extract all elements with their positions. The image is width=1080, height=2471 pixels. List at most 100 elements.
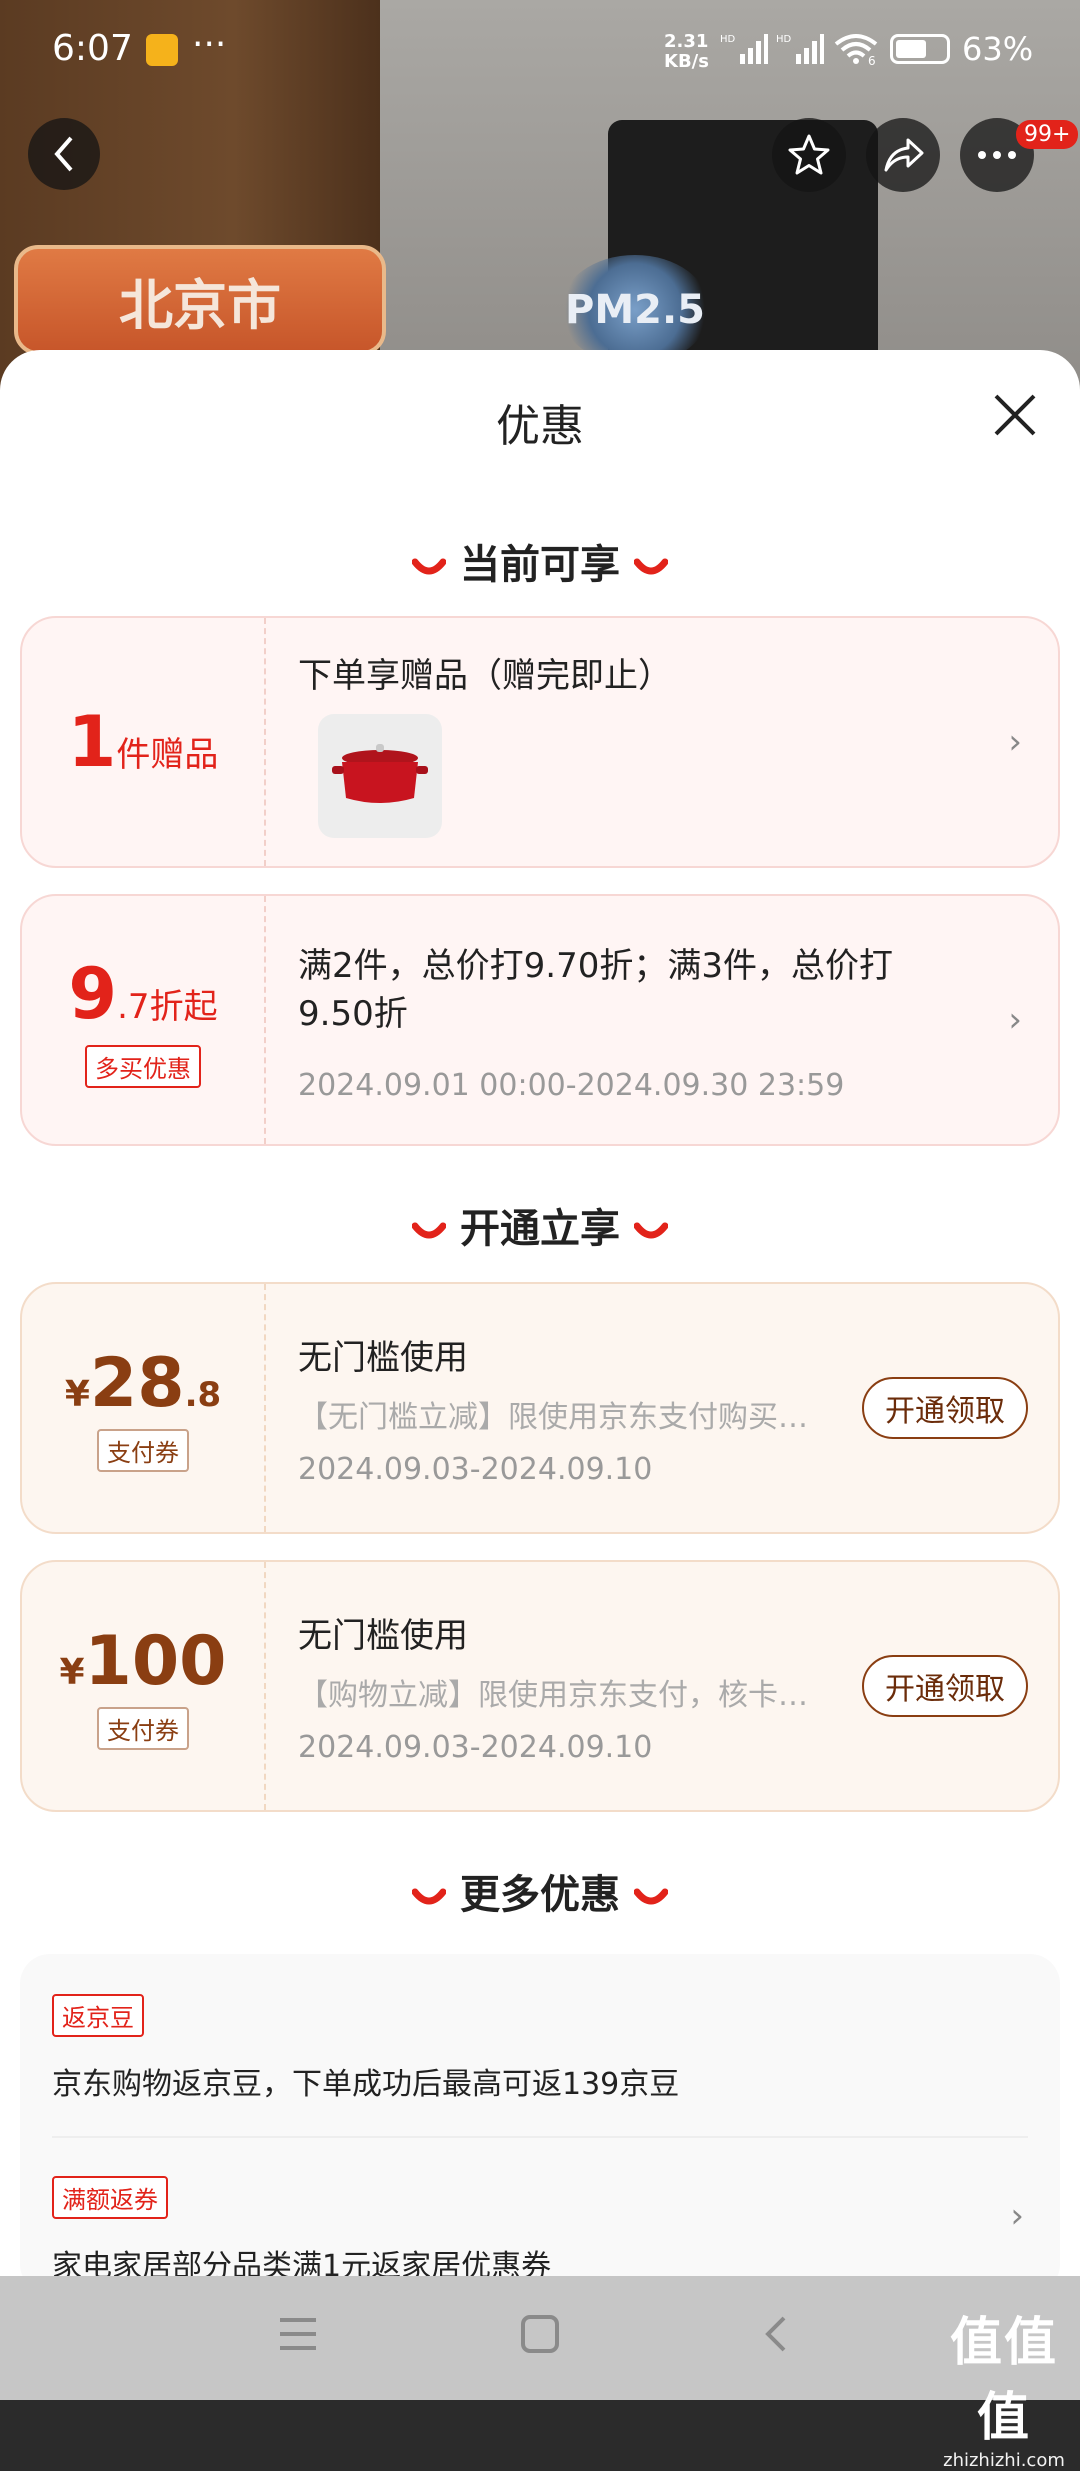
coupon-tag-wrap: 支付券 [97, 1707, 189, 1750]
coupon-description: 【购物立减】限使用京东支付，核卡… [298, 1678, 808, 1713]
discount-description: 满2件，总价打9.70折；满3件，总价打9.50折 [298, 946, 893, 1034]
gift-title: 下单享赠品（赠完即止） [298, 656, 672, 696]
back-nav-button[interactable] [760, 2314, 790, 2358]
more-notifications-icon: ··· [192, 24, 227, 65]
signal-icon: HD [720, 32, 768, 73]
wifi-icon: 6 [832, 32, 880, 73]
favorite-button[interactable] [772, 118, 846, 192]
pm25-badge: PM2.5 [560, 255, 710, 365]
home-square-icon [521, 2315, 559, 2353]
coupon-tag-wrap: 支付券 [97, 1429, 189, 1472]
gift-count-number: 1 [67, 701, 117, 783]
activate-claim-button[interactable]: 开通领取 [862, 1655, 1028, 1717]
status-time: 6:07 [52, 28, 133, 69]
menu-icon [280, 2318, 316, 2350]
close-button[interactable] [990, 390, 1040, 440]
network-speed: 2.31 KB/s [664, 32, 709, 72]
chevron-right-icon: › [1008, 1000, 1022, 1040]
sheet-title: 优惠 [496, 401, 584, 452]
section-open-label: 开通立享 [460, 1206, 620, 1252]
discount-card[interactable]: 9.7折起 多买优惠 满2件，总价打9.70折；满3件，总价打9.50折 202… [20, 894, 1060, 1146]
payment-coupon-tag: 支付券 [97, 1429, 189, 1472]
watermark-logo-text: 值值值 [949, 2313, 1058, 2448]
back-button[interactable] [28, 118, 100, 190]
discount-rate-suffix: .7折起 [117, 986, 218, 1027]
coupon-return-text: 家电家居部分品类满1元返家居优惠券 [52, 2249, 552, 2280]
discount-rate: 9.7折起 [68, 953, 217, 1035]
divider [52, 2136, 1028, 2138]
multi-buy-tag: 多买优惠 [85, 1044, 201, 1088]
home-button[interactable] [520, 2314, 560, 2358]
city-label: 北京市 [14, 245, 386, 355]
discount-summary: 9.7折起 多买优惠 [22, 896, 266, 1144]
chevron-right-icon: › [1010, 2196, 1024, 2236]
coupon-amount-area: ¥100 支付券 [22, 1562, 266, 1810]
coupon-card[interactable]: ¥28.8 支付券 无门槛使用 【无门槛立减】限使用京东支付购买… 2024.0… [20, 1282, 1060, 1534]
battery-icon [890, 34, 950, 64]
section-more-title: 更多优惠 [0, 1862, 1080, 1920]
coupon-amount-area: ¥28.8 支付券 [22, 1284, 266, 1532]
watermark: 值值值 zhizhizhi.com [928, 2300, 1080, 2471]
system-navigation-bar [0, 2276, 1080, 2400]
currency-symbol: ¥ [64, 1374, 90, 1415]
share-icon [884, 138, 924, 172]
section-current-title: 当前可享 [0, 532, 1080, 590]
payment-coupon-tag: 支付券 [97, 1707, 189, 1750]
star-icon [788, 134, 830, 175]
smile-icon [633, 1877, 669, 1917]
coupon-period: 2024.09.03-2024.09.10 [298, 1452, 653, 1487]
watermark-url: zhizhizhi.com [943, 2450, 1065, 2471]
coupon-details: 无门槛使用 【购物立减】限使用京东支付，核卡… 2024.09.03-2024.… [298, 1562, 838, 1810]
promotions-sheet: 优惠 当前可享 1件赠品 下单享赠品（赠完即止） › 9.7折起 多买优惠 满2… [0, 350, 1080, 2280]
more-promotions-list: 返京豆 京东购物返京豆，下单成功后最高可返139京豆 满额返券 家电家居部分品类… [20, 1954, 1060, 2280]
coupon-details: 无门槛使用 【无门槛立减】限使用京东支付购买… 2024.09.03-2024.… [298, 1284, 838, 1532]
status-bar: 6:07 ··· 2.31 KB/s HD HD 6 63% [0, 0, 1080, 100]
discount-period: 2024.09.01 00:00-2024.09.30 23:59 [298, 1068, 845, 1103]
svg-text:6: 6 [868, 54, 876, 66]
section-open-title: 开通立享 [0, 1196, 1080, 1254]
list-item[interactable]: 满额返券 家电家居部分品类满1元返家居优惠券 › [52, 2176, 1060, 2280]
smile-icon [633, 1211, 669, 1251]
activate-claim-button[interactable]: 开通领取 [862, 1377, 1028, 1439]
cooking-pot-icon [332, 744, 428, 803]
coupon-amount-value: 28 [89, 1344, 185, 1423]
coupon-return-tag: 满额返券 [52, 2176, 168, 2219]
jingdou-text: 京东购物返京豆，下单成功后最高可返139京豆 [52, 2067, 680, 2102]
coupon-description: 【无门槛立减】限使用京东支付购买… [298, 1400, 808, 1435]
gift-count-unit: 件赠品 [116, 735, 219, 775]
coupon-title: 无门槛使用 [298, 1338, 468, 1378]
battery-fill [896, 40, 926, 58]
gift-card[interactable]: 1件赠品 下单享赠品（赠完即止） › [20, 616, 1060, 868]
notification-icon [146, 34, 178, 66]
gift-details: 下单享赠品（赠完即止） [298, 618, 978, 866]
jingdou-tag: 返京豆 [52, 1994, 144, 2037]
coupon-amount: ¥28.8 [65, 1344, 221, 1423]
coupon-amount-value: 100 [84, 1622, 227, 1701]
close-icon [994, 394, 1036, 436]
coupon-amount-decimal: .8 [184, 1375, 222, 1415]
menu-button[interactable] [278, 2316, 318, 2356]
coupon-period: 2024.09.03-2024.09.10 [298, 1730, 653, 1765]
coupon-title: 无门槛使用 [298, 1616, 468, 1656]
gift-thumbnail[interactable] [318, 714, 442, 838]
chevron-left-icon [54, 136, 73, 172]
share-button[interactable] [866, 118, 940, 192]
section-current-label: 当前可享 [460, 542, 620, 588]
smile-icon [411, 547, 447, 587]
signal-icon-2: HD [776, 32, 824, 73]
gift-summary: 1件赠品 [22, 618, 266, 866]
chevron-right-icon: › [1008, 722, 1022, 762]
list-item: 返京豆 京东购物返京豆，下单成功后最高可返139京豆 [52, 1994, 679, 2103]
svg-text:HD: HD [720, 34, 736, 45]
net-speed-unit: KB/s [664, 51, 709, 72]
discount-rate-main: 9 [68, 952, 118, 1035]
discount-tag-wrap: 多买优惠 [85, 1044, 201, 1088]
coupon-amount: ¥100 [59, 1622, 226, 1701]
discount-details: 满2件，总价打9.70折；满3件，总价打9.50折 2024.09.01 00:… [298, 896, 978, 1144]
net-speed-value: 2.31 [664, 31, 709, 52]
svg-text:HD: HD [776, 34, 792, 45]
smile-icon [411, 1877, 447, 1917]
smile-icon [411, 1211, 447, 1251]
coupon-card[interactable]: ¥100 支付券 无门槛使用 【购物立减】限使用京东支付，核卡… 2024.09… [20, 1560, 1060, 1812]
section-more-label: 更多优惠 [460, 1872, 620, 1918]
